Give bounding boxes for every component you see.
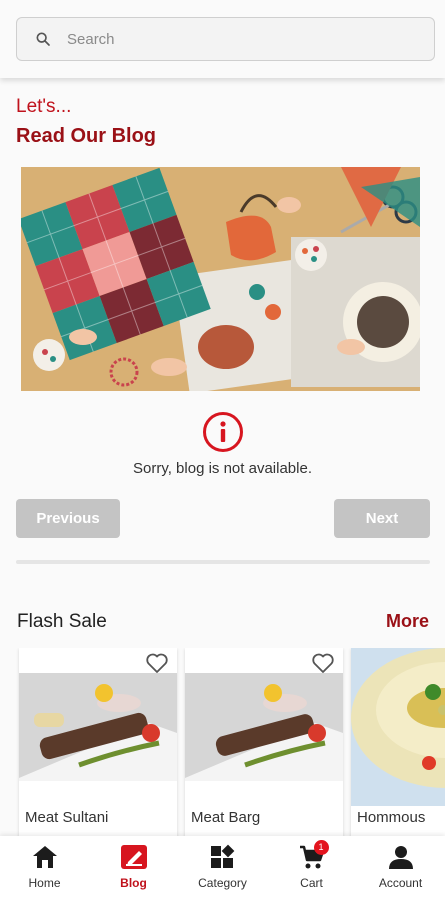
cart-badge: 1 xyxy=(313,840,329,855)
blog-intro: Let's... xyxy=(16,96,72,117)
heart-icon[interactable] xyxy=(145,652,169,674)
blog-title: Read Our Blog xyxy=(16,125,157,147)
search-bar[interactable] xyxy=(16,17,435,61)
blog-empty-message: Sorry, blog is not available. xyxy=(133,460,312,477)
next-button[interactable]: Next xyxy=(334,499,430,538)
category-icon xyxy=(210,844,234,868)
product-carousel[interactable]: Meat Sultani Meat Barg Hommous xyxy=(0,648,445,838)
product-image xyxy=(185,673,343,781)
bottom-navigation: Home Blog Category 1 Cart Account xyxy=(0,836,445,900)
nav-account[interactable]: Account xyxy=(356,836,445,900)
previous-button[interactable]: Previous xyxy=(16,499,120,538)
more-link[interactable]: More xyxy=(386,611,429,632)
nav-home-label: Home xyxy=(28,876,61,890)
section-divider xyxy=(16,560,430,564)
nav-category[interactable]: Category xyxy=(178,836,267,900)
account-icon xyxy=(388,846,413,869)
blog-banner-image xyxy=(21,167,420,391)
nav-cart-label: Cart xyxy=(300,876,323,890)
nav-category-label: Category xyxy=(198,876,247,890)
product-name: Hommous xyxy=(357,809,426,826)
search-icon xyxy=(36,32,50,46)
product-name: Meat Sultani xyxy=(25,809,109,826)
product-image xyxy=(351,648,445,806)
product-card[interactable]: Hommous xyxy=(351,648,445,838)
product-card[interactable]: Meat Barg xyxy=(185,648,343,838)
nav-cart[interactable]: 1 Cart xyxy=(267,836,356,900)
heart-icon[interactable] xyxy=(311,652,335,674)
home-icon xyxy=(32,846,57,868)
blog-icon xyxy=(120,845,147,869)
info-icon xyxy=(203,412,243,452)
product-image xyxy=(19,673,177,781)
flash-sale-title: Flash Sale xyxy=(17,611,107,632)
product-name: Meat Barg xyxy=(191,809,261,826)
nav-blog-label: Blog xyxy=(120,876,147,890)
nav-home[interactable]: Home xyxy=(0,836,89,900)
nav-account-label: Account xyxy=(378,876,423,890)
top-bar xyxy=(0,0,445,78)
product-card[interactable]: Meat Sultani xyxy=(19,648,177,838)
search-input[interactable] xyxy=(67,30,397,48)
nav-blog[interactable]: Blog xyxy=(89,836,178,900)
